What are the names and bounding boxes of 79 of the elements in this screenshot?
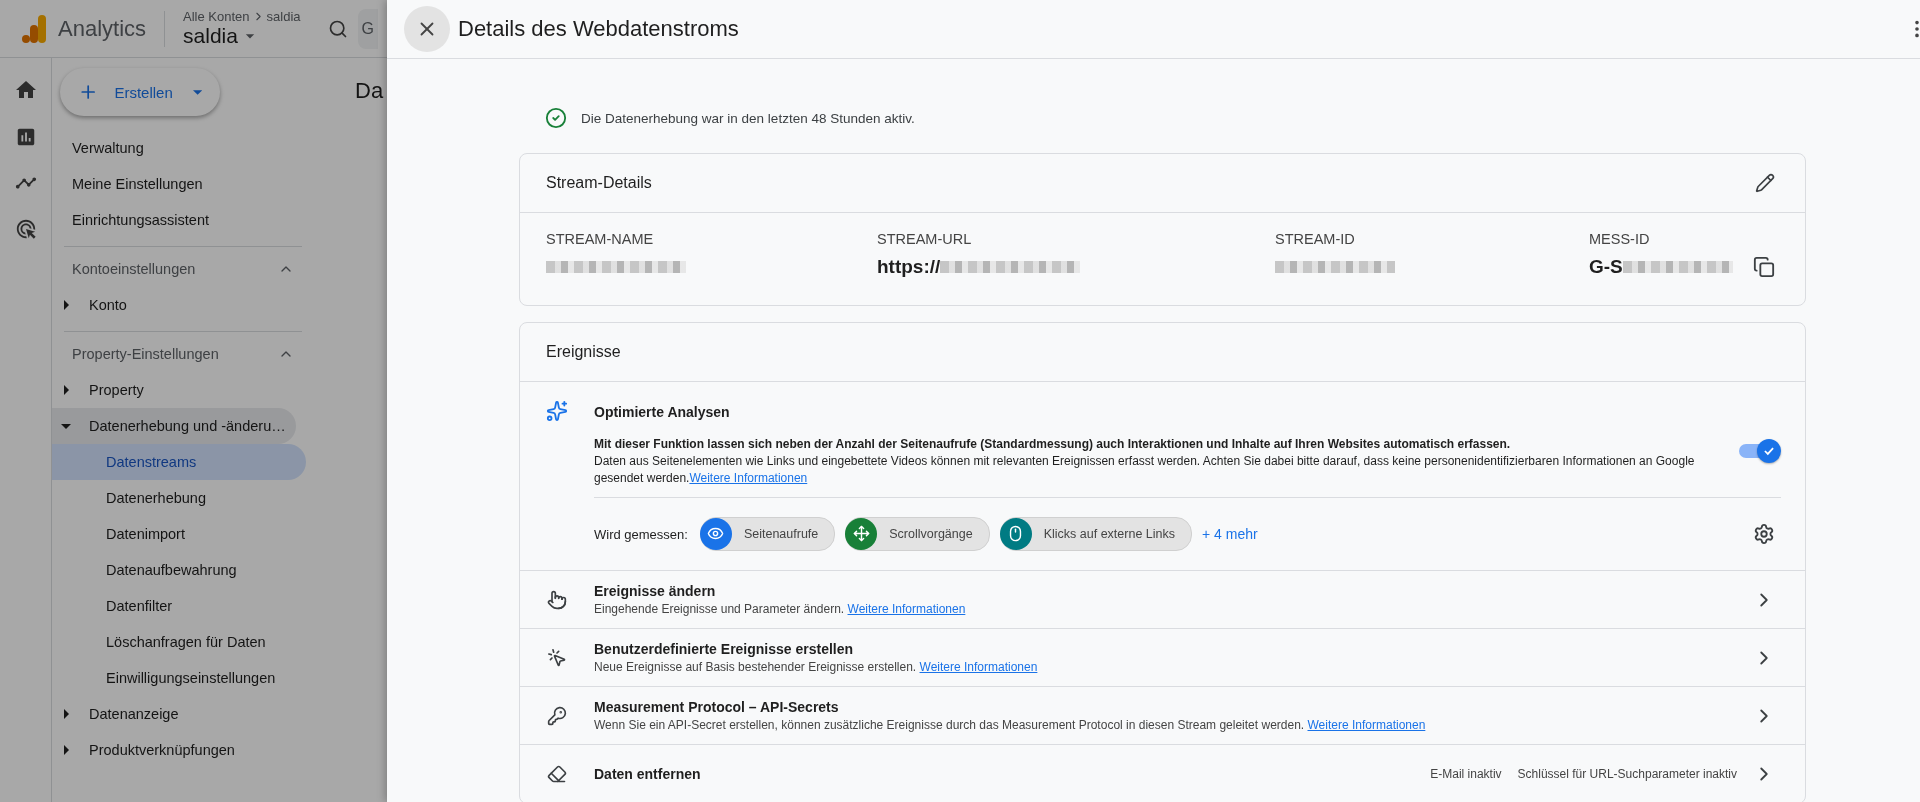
nav-subitem[interactable]: Datenaufbewahrung: [52, 552, 306, 588]
toggle-switch[interactable]: [1739, 439, 1781, 463]
card-title: Stream-Details: [546, 174, 652, 192]
caret-right-icon: [64, 300, 69, 310]
page-title: Da: [355, 78, 384, 103]
settings-row[interactable]: Ereignisse ändern Eingehende Ereignisse und Parameter ändern. Weitere Informationen: [520, 571, 1805, 629]
row-icon: [547, 763, 567, 784]
nav-item[interactable]: Produktverknüpfungen: [52, 732, 245, 768]
row-title: Ereignisse ändern: [594, 583, 717, 599]
nav-item[interactable]: Datenerhebung und -änderu…: [52, 408, 296, 444]
nav-subitem[interactable]: Datenimport: [52, 516, 306, 552]
edit-icon[interactable]: [1755, 173, 1775, 193]
learn-more-link[interactable]: Weitere Informationen: [689, 471, 808, 485]
panel-title: Details des Webdatenstroms: [458, 16, 740, 42]
settings-row[interactable]: Benutzerdefinierte Ereignisse erstellen Neue Ereignisse auf Basis bestehender Ereignisse erstellen. Weitere Informationen: [520, 629, 1805, 687]
settings-icon[interactable]: [1753, 523, 1775, 545]
settings-row[interactable]: Daten entfernen E-Mail inaktiv Schlüssel für URL-Suchparameter inaktiv: [520, 745, 1805, 802]
nav-subitem[interactable]: Einwilligungseinstellungen: [52, 660, 306, 696]
copy-icon[interactable]: [1753, 256, 1775, 278]
row-description: Wenn Sie ein API-Secret erstellen, können zusätzliche Ereignisse durch das Measurement Protocol in diesen Stream geleitet werden. Weitere Informationen: [594, 718, 1427, 732]
caret-right-icon: [64, 385, 69, 395]
search-field[interactable]: G: [357, 8, 378, 49]
sparkle-icon: [546, 400, 568, 422]
row-title: Benutzerdefinierte Ereignisse erstellen: [594, 641, 855, 657]
row-icon: [547, 705, 567, 726]
nav-subitem[interactable]: Datenfilter: [52, 588, 306, 624]
field-label: STREAM-ID: [1275, 231, 1356, 247]
create-button[interactable]: Erstellen: [60, 68, 220, 116]
nav-subitem[interactable]: Datenstreams: [52, 444, 306, 480]
nav-item[interactable]: Property: [52, 372, 242, 408]
caret-icon: [192, 89, 202, 95]
field-value: https://: [877, 256, 941, 278]
status-text: Die Datenerhebung war in den letzten 48 Stunden aktiv.: [581, 110, 915, 126]
field-label: STREAM-NAME: [546, 231, 655, 247]
nav-item[interactable]: Meine Einstellungen: [52, 166, 242, 202]
field-label: STREAM-URL: [877, 231, 973, 247]
target-cursor-icon[interactable]: [14, 218, 37, 240]
close-button[interactable]: [404, 6, 450, 52]
learn-more-link[interactable]: Weitere Informationen: [919, 660, 1038, 674]
caret-right-icon: [64, 709, 69, 719]
status-label: E-Mail inaktiv: [1430, 766, 1502, 781]
caret-right-icon: [64, 745, 69, 755]
app-name: Analytics: [58, 15, 147, 42]
nav-subitem[interactable]: Datenerhebung: [52, 480, 306, 516]
learn-more-link[interactable]: Weitere Informationen: [1307, 718, 1426, 732]
breadcrumb-link[interactable]: Alle Konten: [183, 9, 250, 24]
row-title: Measurement Protocol – API-Secrets: [594, 699, 840, 715]
status-label: Schlüssel für URL-Suchparameter inaktiv: [1517, 766, 1737, 781]
section-header[interactable]: Property-Einstellungen: [72, 346, 219, 362]
card-title: Ereignisse: [546, 343, 621, 361]
property-picker[interactable]: saldia: [183, 24, 238, 48]
row-description: Eingehende Ereignisse und Parameter ändern. Weitere Informationen: [594, 602, 967, 616]
section-title: Optimierte Analysen: [594, 404, 731, 420]
measurement-chip: Seitenaufrufe: [699, 517, 836, 551]
more-link[interactable]: + 4 mehr: [1202, 526, 1258, 542]
field-value: G-S: [1589, 256, 1623, 278]
search-icon[interactable]: [327, 18, 348, 39]
row-icon: [547, 589, 567, 610]
description-text: Daten aus Seitenelementen wie Links und eingebettete Videos können mit relevanten Ereignissen erfasst werden. Achten Sie dabei bitte darauf, dass keine personenidentifizierbaren Informationen an Google gesendet werden.Weitere Informationen: [594, 453, 1696, 487]
measurement-chip: Scrollvorgänge: [845, 517, 990, 551]
nav-subitem[interactable]: Löschanfragen für Daten: [52, 624, 306, 660]
analytics-logo: [22, 14, 46, 43]
nav-item[interactable]: Verwaltung: [52, 130, 242, 166]
settings-row[interactable]: Measurement Protocol – API-Secrets Wenn Sie ein API-Secret erstellen, können zusätzliche Ereignisse durch das Measurement Protocol in diesen Stream geleitet werden. Weitere Informationen: [520, 687, 1805, 745]
learn-more-link[interactable]: Weitere Informationen: [847, 602, 966, 616]
field-label: MESS-ID: [1589, 231, 1651, 247]
section-header[interactable]: Kontoeinstellungen: [72, 261, 196, 277]
nav-item[interactable]: Datenanzeige: [52, 696, 242, 732]
measured-label: Wird gemessen:: [594, 526, 688, 542]
breadcrumb-link[interactable]: saldia: [266, 9, 301, 24]
row-icon: [547, 647, 567, 668]
description-text: Mit dieser Funktion lassen sich neben der Anzahl der Seitenaufrufe (Standardmessung) auch Interaktionen und Inhalte auf Ihren Websites automatisch erfassen.: [594, 436, 1512, 453]
nav-item[interactable]: Konto: [52, 287, 242, 323]
row-description: Neue Ereignisse auf Basis bestehender Ereignisse erstellen. Weitere Informationen: [594, 660, 1039, 674]
check-circle-icon: [545, 107, 567, 129]
measurement-chip: Klicks auf externe Links: [999, 517, 1192, 551]
row-title: Daten entfernen: [594, 765, 702, 782]
caret-down-icon: [61, 423, 71, 429]
nav-item[interactable]: Einrichtungsassistent: [52, 202, 242, 238]
